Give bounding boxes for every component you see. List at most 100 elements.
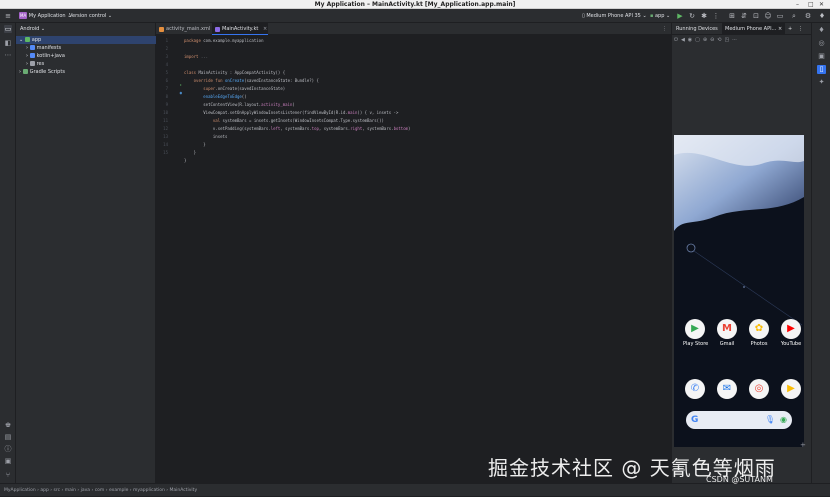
device-manager-icon[interactable]: ⊞ bbox=[728, 12, 736, 20]
more-icon[interactable]: ⋮ bbox=[662, 23, 667, 35]
app-icon-photos[interactable]: ✿ Photos bbox=[747, 319, 771, 347]
code-token: package bbox=[184, 38, 204, 43]
running-devices-icon[interactable]: ▯ bbox=[817, 65, 826, 74]
notifications-icon[interactable]: ♦ bbox=[817, 26, 826, 35]
device-tab-label: Medium Phone API... bbox=[725, 26, 777, 32]
notifications-icon[interactable]: ♦ bbox=[818, 12, 826, 20]
add-icon[interactable]: + bbox=[800, 441, 806, 449]
google-logo: G bbox=[691, 415, 699, 425]
refresh-icon[interactable]: ↻ bbox=[688, 12, 696, 20]
bug-icon[interactable]: ♚ bbox=[4, 421, 12, 429]
problems-icon[interactable]: ⓘ bbox=[4, 445, 12, 453]
mic-icon[interactable]: 🎙 bbox=[765, 411, 775, 429]
folder-icon[interactable]: ▭ bbox=[4, 25, 12, 33]
app-label: YouTube bbox=[780, 341, 802, 347]
run-config-name: app bbox=[654, 13, 665, 19]
left-tool-strip: ▭ ◧ ⋯ ♚ ▤ ⓘ ▣ ⑂ bbox=[0, 23, 16, 483]
line-number: 10 bbox=[163, 110, 168, 115]
app-icon-youtube[interactable]: ▶ YouTube bbox=[779, 319, 803, 347]
project-view-label: Android bbox=[20, 26, 40, 32]
gradle-icon[interactable]: ◎ bbox=[817, 39, 826, 48]
code-token: enableEdgeToEdge bbox=[184, 94, 242, 99]
version-control-button[interactable]: Version control ⌄ bbox=[69, 9, 112, 23]
logcat-icon[interactable]: ▤ bbox=[4, 433, 12, 441]
maximize-button[interactable]: □ bbox=[808, 1, 814, 8]
layout-icon[interactable]: ▭ bbox=[776, 12, 784, 20]
override-gutter-icon[interactable]: ◉ bbox=[170, 89, 182, 97]
tree-item-gradle-scripts[interactable]: › Gradle Scripts bbox=[16, 68, 156, 76]
app-icon-apps_row2-0[interactable]: ✆ bbox=[683, 379, 707, 401]
line-gutter: 1 2 3 4 5 6 7 8 9 10 11 12 13 14 15 ▸ ◉ bbox=[156, 35, 184, 483]
app-icon-apps_row2-3[interactable]: ▶ bbox=[779, 379, 803, 401]
code-line: enableEdgeToEdge() bbox=[184, 93, 246, 101]
more-tools-icon[interactable]: ⋯ bbox=[4, 51, 12, 59]
code-token: ) bbox=[292, 102, 295, 107]
git-icon[interactable]: ⑂ bbox=[4, 471, 12, 479]
sdk-icon[interactable]: ⊡ bbox=[752, 12, 760, 20]
phone-screen[interactable]: ▶ Play Store M Gmail ✿ Photos ▶ YouTube ✆ ✉ ◎ ▶ G … bbox=[674, 135, 804, 447]
hamburger-icon[interactable]: ≡ bbox=[4, 12, 12, 20]
device-controls-toolbar[interactable]: ⏻◀◉▢⊕⊖⟲◳⋯ bbox=[674, 37, 740, 43]
code-token: onCreate bbox=[224, 78, 245, 83]
chevron-down-icon: ⌄ bbox=[19, 37, 24, 43]
tab-device[interactable]: Medium Phone API... × bbox=[722, 23, 786, 35]
google-search-bar[interactable]: G 🎙 ◉ bbox=[686, 411, 792, 429]
terminal-icon[interactable]: ▣ bbox=[4, 457, 12, 465]
line-number: 15 bbox=[163, 150, 168, 155]
code-token: , systemBars. bbox=[318, 126, 351, 131]
resource-manager-icon[interactable]: ◧ bbox=[4, 39, 12, 47]
close-icon[interactable]: × bbox=[263, 26, 267, 32]
run-gutter-icon[interactable]: ▸ bbox=[170, 81, 182, 89]
tree-item-app[interactable]: ⌄ app bbox=[16, 36, 156, 44]
debug-icon[interactable]: ✱ bbox=[700, 12, 708, 20]
tree-item-kotlin-java[interactable]: › kotlin+java bbox=[16, 52, 156, 60]
app-glyph-icon: M bbox=[717, 319, 737, 339]
code-token: right bbox=[350, 126, 363, 131]
project-view-selector[interactable]: Android ⌄ bbox=[20, 26, 45, 32]
search-icon[interactable]: ⌕ bbox=[790, 12, 798, 20]
add-icon[interactable]: + bbox=[788, 23, 792, 35]
app-label: Gmail bbox=[719, 341, 735, 347]
code-token: import bbox=[184, 54, 201, 59]
line-number: 1 bbox=[165, 38, 168, 43]
more-icon[interactable]: ⋮ bbox=[712, 12, 720, 20]
minimize-button[interactable]: – bbox=[796, 1, 799, 8]
close-icon[interactable]: × bbox=[778, 26, 782, 32]
app-glyph-icon: ▶ bbox=[781, 379, 801, 399]
code-token: class bbox=[184, 70, 199, 75]
app-icon-apps_row2-1[interactable]: ✉ bbox=[715, 379, 739, 401]
project-selector[interactable]: MA My Application ⌄ bbox=[19, 9, 71, 23]
sync-icon[interactable]: ⇵ bbox=[740, 12, 748, 20]
run-icon[interactable]: ▶ bbox=[676, 12, 684, 20]
code-line: val systemBars = insets.getInsets(Window… bbox=[184, 117, 384, 125]
tab-mainactivity-kt[interactable]: MainActivity.kt × bbox=[212, 23, 268, 35]
window-title: My Application – MainActivity.kt [My_App… bbox=[314, 1, 516, 8]
code-token: systemBars = insets.getInsets(WindowInse… bbox=[222, 118, 384, 123]
app-icon-gmail[interactable]: M Gmail bbox=[715, 319, 739, 347]
code-token: .onCreate(savedInstanceState) bbox=[215, 86, 286, 91]
app-icon-apps_row2-2[interactable]: ◎ bbox=[747, 379, 771, 401]
app-label: Photos bbox=[750, 341, 768, 347]
run-config-selector[interactable]: ▪ app ⌄ bbox=[650, 9, 670, 23]
app-label: Play Store bbox=[683, 341, 709, 347]
app-icon-play-store[interactable]: ▶ Play Store bbox=[683, 319, 709, 347]
close-button[interactable]: ✕ bbox=[819, 1, 824, 8]
tab-activity-main-xml[interactable]: activity_main.xml bbox=[156, 23, 210, 35]
code-token: ... bbox=[200, 54, 209, 59]
device-file-icon[interactable]: ▣ bbox=[817, 52, 826, 61]
profile-icon[interactable]: ☺ bbox=[764, 12, 772, 20]
code-token: bottom bbox=[393, 126, 409, 131]
folder-icon bbox=[29, 53, 35, 58]
device-name: Medium Phone API 35 bbox=[586, 13, 641, 19]
app-glyph-icon: ▶ bbox=[781, 319, 801, 339]
tree-item-res[interactable]: › res bbox=[16, 60, 156, 68]
code-line: setContentView(R.layout.activity_main) bbox=[184, 101, 295, 109]
gemini-icon[interactable]: ✦ bbox=[817, 78, 826, 87]
device-selector[interactable]: ▯ Medium Phone API 35 ⌄ bbox=[582, 9, 647, 23]
settings-icon[interactable]: ⚙ bbox=[804, 12, 812, 20]
code-token: )) { v, insets -> bbox=[357, 110, 399, 115]
more-icon[interactable]: ⋮ bbox=[798, 23, 803, 35]
breadcrumb[interactable]: MyApplication › app › src › main › java … bbox=[4, 484, 197, 497]
lens-icon[interactable]: ◉ bbox=[780, 411, 787, 429]
tree-item-manifests[interactable]: › manifests bbox=[16, 44, 156, 52]
